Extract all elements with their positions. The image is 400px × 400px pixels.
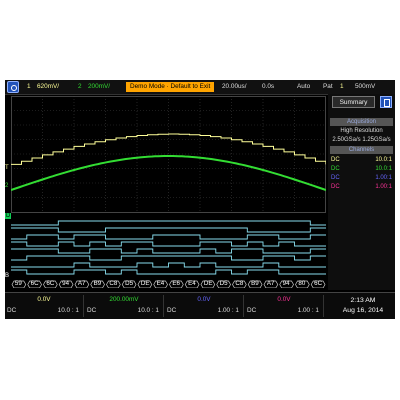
ch4-coupling: DC [247,307,257,314]
bus-value: A7 [77,280,86,287]
time-delay[interactable]: 0.0s [262,80,274,94]
sidebar-menu-icon[interactable] [380,96,392,108]
ch1-offset: 0.0V [37,296,51,303]
channel-coupling: DC [331,175,340,181]
bus-value: E4 [188,280,196,287]
ch3-probe: 1.00 : 1 [217,307,239,314]
digital-line [11,227,326,233]
acquisition-header: Acquisition [330,118,393,126]
ch1-number[interactable]: 1 [27,80,31,94]
bus-value: E4 [156,280,165,287]
ch3-offset: 0.0V [197,296,211,303]
bus-value: D5 [125,280,134,287]
digital-line [11,269,326,275]
bus-value: B9 [93,280,102,287]
digital-line [11,255,326,261]
ch4-probe: 1.00 : 1 [297,307,319,314]
channel-probe: 1.00:1 [375,175,392,181]
ch1-scale[interactable]: 620mV/ [37,80,59,94]
acquisition-rate: 2.50GSa/s 1.25GSa/s [332,137,391,143]
bus-decode-row [11,280,326,289]
acquisition-mode: High Resolution [340,128,383,134]
timebase-scale[interactable]: 20.00us/ [222,80,247,94]
digital-line [11,262,326,268]
channel-probe: 10.0:1 [375,166,392,172]
trigger-type[interactable]: Pat [323,80,333,94]
ch2-probe: 10.0 : 1 [137,307,159,314]
ch2-waveform [10,155,327,191]
bus-value: E6 [172,280,180,287]
channel-row-3: DC 1.00:1 [331,174,392,182]
waveform-graticule [10,96,327,289]
clock-date: Aug 16, 2014 [342,307,384,314]
ch2-info[interactable]: 200.00mV DC 10.0 : 1 [85,295,164,317]
demo-mode-banner[interactable]: Demo Mode · Default to Exit [126,82,215,92]
channel-row-4: DC 1.00:1 [331,183,392,191]
ch3-coupling: DC [167,307,177,314]
digital-line [11,234,326,240]
bus-value: A7 [266,280,275,287]
top-status-bar: 1 620mV/ 2 200mV/ Demo Mode · Default to… [5,80,395,95]
ch2-scale[interactable]: 200mV/ [88,80,110,94]
bus-value: D5 [219,280,228,287]
bus-value: 6C [30,280,39,287]
ch1-probe: 10.0 : 1 [57,307,79,314]
summary-sidebar: Summary Acquisition High Resolution 2.50… [328,94,395,290]
ch4-offset: 0.0V [277,296,291,303]
channel-coupling: DC [331,166,340,172]
ch2-ground-marker[interactable]: 2 [5,183,8,189]
digital-marker[interactable]: D [5,213,12,219]
digital-line [11,241,326,247]
bus-value: 6C [46,280,55,287]
channel-coupling: DC [331,184,340,190]
oscilloscope-screen: 1 620mV/ 2 200mV/ Demo Mode · Default to… [5,80,395,319]
channel-coupling: DC [331,157,340,163]
bus-value: DE [140,280,150,287]
channel-probe: 10.0:1 [375,157,392,163]
ch1-info[interactable]: 0.0V DC 10.0 : 1 [5,295,84,317]
bus-value: 59 [14,280,22,287]
channel-row-1: DC 10.0:1 [331,156,392,164]
ch2-offset: 200.00mV [109,296,139,303]
waveform-display[interactable]: 59 6C 6C 94 A7 B9 C8 D5 DE E4 E6 E4 DE D5 C8 B9 A7 94 80 6C [10,96,327,289]
bus-value: C8 [235,280,244,287]
ch1-coupling: DC [7,307,17,314]
channel-info-bar: 0.0V DC 10.0 : 1 200.00mV DC 10.0 : 1 0.… [5,292,395,319]
bus-value: B9 [251,280,259,287]
summary-tab[interactable]: Summary [332,96,375,108]
trigger-channel[interactable]: 1 [340,80,344,94]
channel-row-2: DC 10.0:1 [331,165,392,173]
digital-line [11,220,326,226]
bus-value: 6C [314,280,323,287]
ch2-coupling: DC [87,307,97,314]
clock: 2:13 AM Aug 16, 2014 [333,296,393,316]
ch1-ground-marker[interactable]: T [5,165,9,171]
ch4-info[interactable]: 0.0V DC 1.00 : 1 [245,295,324,317]
bus-value: DE [203,280,213,287]
trigger-mode[interactable]: Auto [297,80,310,94]
channel-probe: 1.00:1 [375,184,392,190]
bus-value: 80 [298,280,306,287]
main-menu-icon[interactable] [7,81,19,93]
channels-header: Channels [330,146,393,154]
bus-value: C8 [109,280,118,287]
trigger-level[interactable]: 500mV [355,80,375,94]
ch2-number[interactable]: 2 [78,80,82,94]
bus-value: 94 [62,280,70,287]
bus-marker[interactable]: B [5,273,9,279]
digital-line [11,248,326,254]
ch3-info[interactable]: 0.0V DC 1.00 : 1 [165,295,244,317]
clock-time: 2:13 AM [350,297,376,304]
digital-channels [11,220,326,275]
bus-value: 94 [282,280,290,287]
